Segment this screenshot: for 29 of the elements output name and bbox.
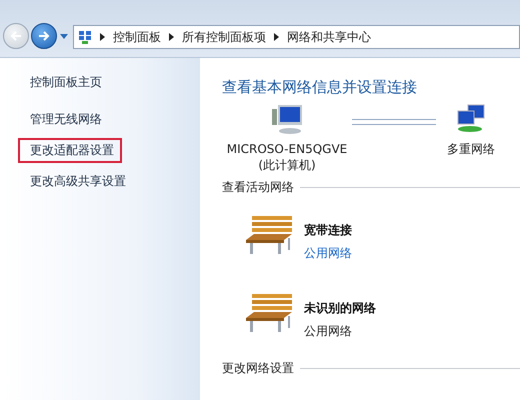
arrow-left-icon [10, 31, 22, 41]
chevron-right-icon [274, 33, 279, 41]
bench-icon [244, 292, 294, 334]
caret-icon [60, 34, 68, 38]
network-type: 公用网络 [304, 323, 353, 340]
arrow-right-icon [38, 31, 50, 41]
section-heading: 更改网络设置 [222, 360, 294, 377]
sidebar-link[interactable]: 更改高级共享设置 [28, 169, 134, 194]
breadcrumb-item[interactable]: 网络和共享中心 [287, 28, 371, 46]
node-name: MICROSO-EN5QGVE [226, 141, 348, 157]
node-caption: (此计算机) [258, 157, 316, 173]
node-name: 多重网络 [447, 141, 495, 157]
network-name: 未识别的网络 [304, 300, 376, 317]
computer-icon [270, 103, 304, 135]
sidebar-link[interactable]: 更改适配器设置 [18, 138, 122, 163]
chevron-right-icon [100, 33, 105, 41]
address-bar[interactable]: 控制面板 所有控制面板项 网络和共享中心 [73, 25, 520, 49]
bench-icon [244, 214, 294, 256]
chevron-right-icon [169, 33, 174, 41]
network-name: 宽带连接 [304, 222, 352, 239]
network-type-link[interactable]: 公用网络 [304, 245, 352, 262]
control-panel-icon [78, 30, 92, 44]
sidebar-link[interactable]: 控制面板主页 [28, 70, 110, 95]
sidebar-link[interactable]: 管理无线网络 [28, 107, 110, 132]
breadcrumb-item[interactable]: 控制面板 [113, 28, 161, 46]
section-heading: 查看活动网络 [222, 179, 294, 196]
forward-button[interactable] [31, 23, 57, 49]
breadcrumb-item[interactable]: 所有控制面板项 [182, 28, 266, 46]
page-title: 查看基本网络信息并设置连接 [222, 78, 418, 97]
